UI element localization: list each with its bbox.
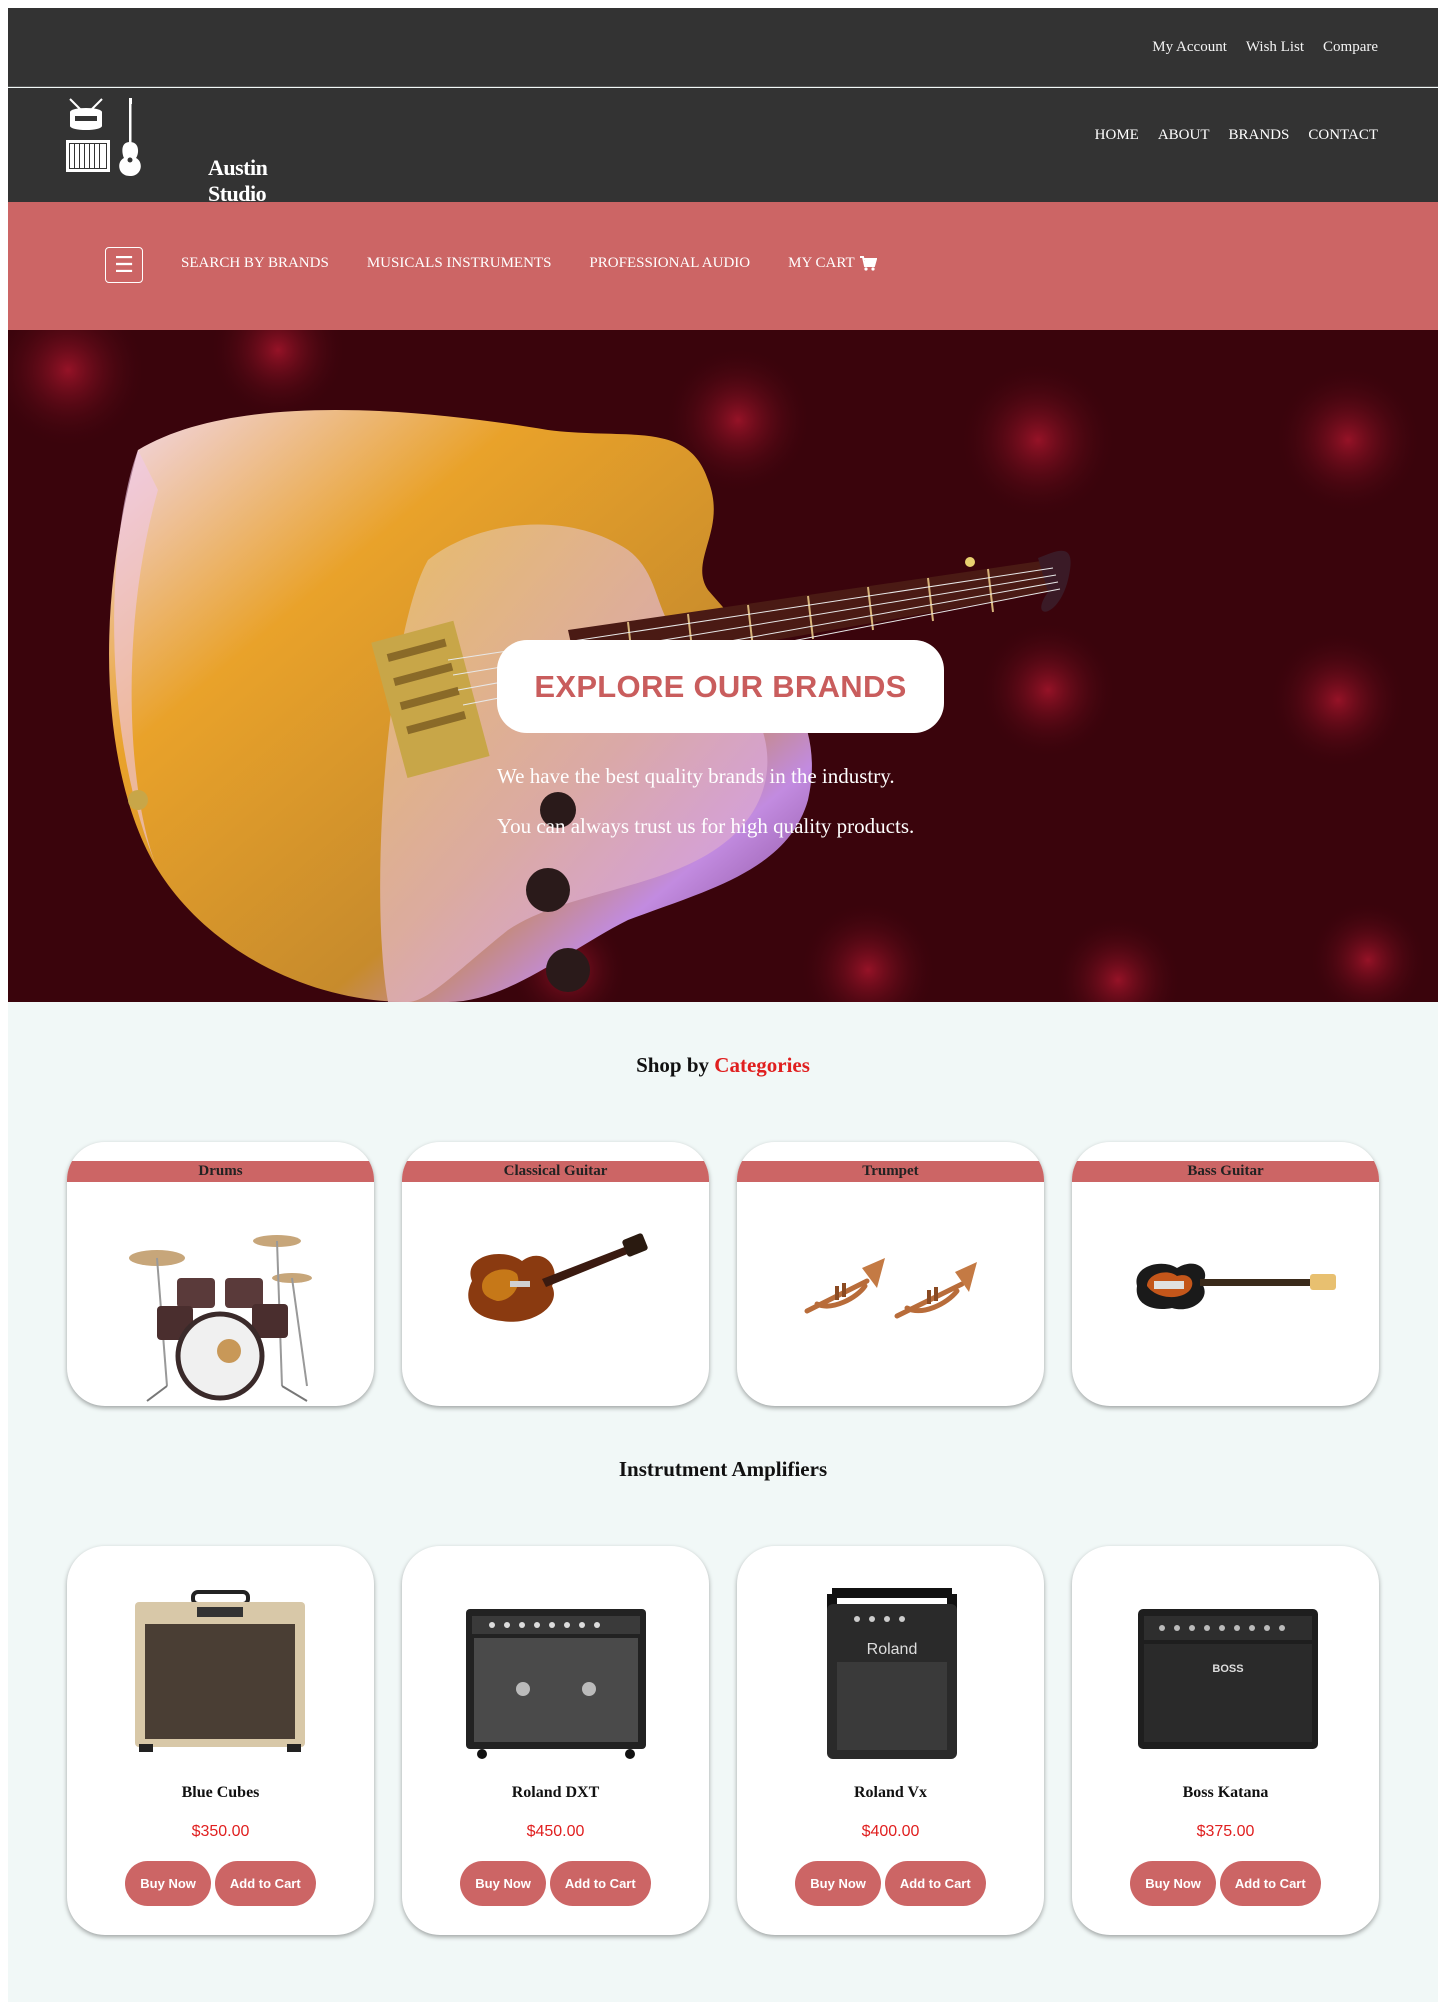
add-to-cart-button[interactable]: Add to Cart — [1219, 1861, 1321, 1906]
product-card-roland-dxt: Roland DXT $450.00 Buy Now Add to Cart — [402, 1546, 709, 1935]
buy-now-button[interactable]: Buy Now — [460, 1861, 546, 1906]
buy-now-button[interactable]: Buy Now — [1130, 1861, 1216, 1906]
top-bar: My Account Wish List Compare — [8, 8, 1438, 87]
hero-tagline-1: We have the best quality brands in the i… — [497, 764, 895, 788]
product-price: $450.00 — [526, 1823, 585, 1840]
roland-brand-plate: Roland — [867, 1641, 918, 1658]
buy-now-button[interactable]: Buy Now — [125, 1861, 211, 1906]
roland-vx-amp-image: Roland — [827, 1588, 957, 1759]
categories-title-prefix: Shop by — [636, 1053, 710, 1077]
main-nav: HOME ABOUT BRANDS CONTACT — [1095, 127, 1378, 144]
add-to-cart-button[interactable]: Add to Cart — [884, 1861, 986, 1906]
product-card-roland-vx: Roland Roland Vx $400.00 Buy Now Add to … — [737, 1546, 1044, 1935]
nav-search-by-brands[interactable]: SEARCH BY BRANDS — [181, 255, 329, 272]
product-price: $375.00 — [1196, 1823, 1255, 1840]
product-name: Roland DXT — [511, 1784, 600, 1801]
add-to-cart-button[interactable]: Add to Cart — [549, 1861, 651, 1906]
instruments-logo-icon — [66, 98, 141, 176]
nav-about[interactable]: ABOUT — [1158, 127, 1210, 144]
product-price: $350.00 — [191, 1823, 250, 1840]
product-actions: Buy Now Add to Cart — [67, 1861, 374, 1906]
product-actions: Buy Now Add to Cart — [1072, 1861, 1379, 1906]
category-nav: SEARCH BY BRANDS MUSICALS INSTRUMENTS PR… — [181, 255, 877, 272]
product-name: Boss Katana — [1182, 1784, 1269, 1801]
hero-banner: EXPLORE OUR BRANDS We have the best qual… — [8, 330, 1438, 1002]
nav-label: PROFESSIONAL AUDIO — [589, 255, 751, 271]
nav-label: MUSICALS INSTRUMENTS — [366, 255, 552, 271]
add-to-cart-button[interactable]: Add to Cart — [214, 1861, 316, 1906]
cart-icon — [859, 256, 877, 271]
product-actions: Buy Now Add to Cart — [402, 1861, 709, 1906]
buy-now-button[interactable]: Buy Now — [795, 1861, 881, 1906]
category-card-trumpet[interactable]: Trumpet — [737, 1142, 1044, 1406]
product-name: Blue Cubes — [181, 1784, 260, 1801]
wish-list-link[interactable]: Wish List — [1246, 39, 1304, 56]
trumpets-image — [804, 1258, 977, 1319]
product-price: $400.00 — [861, 1823, 920, 1840]
hamburger-icon[interactable]: ☰ — [105, 247, 143, 283]
category-label: Trumpet — [737, 1161, 1044, 1182]
boss-brand-plate: BOSS — [1212, 1663, 1243, 1675]
boss-katana-amp-image: BOSS — [1138, 1609, 1318, 1749]
category-card-drums[interactable]: Drums — [67, 1142, 374, 1406]
explore-brands-button[interactable]: EXPLORE OUR BRANDS — [497, 640, 944, 733]
nav-professional-audio[interactable]: PROFESSIONAL AUDIO — [589, 255, 750, 272]
account-links: My Account Wish List Compare — [1152, 39, 1378, 56]
category-label: Drums — [67, 1161, 374, 1182]
categories-title-accent: Categories — [714, 1053, 810, 1077]
bass-guitar-image — [1136, 1263, 1336, 1310]
nav-contact[interactable]: CONTACT — [1308, 127, 1378, 144]
product-card-boss-katana: BOSS Boss Katana $375.00 Buy Now Add to … — [1072, 1546, 1379, 1935]
amplifiers-title: Instrutment Amplifiers — [618, 1457, 828, 1481]
category-card-classical-guitar[interactable]: Classical Guitar — [402, 1142, 709, 1406]
nav-musical-instruments[interactable]: MUSICALS INSTRUMENTS — [367, 255, 552, 272]
product-actions: Buy Now Add to Cart — [737, 1861, 1044, 1906]
hero-tagline-2: You can always trust us for high quality… — [497, 814, 915, 838]
drum-kit-image — [129, 1235, 312, 1402]
blue-cubes-amp-image — [135, 1590, 305, 1752]
nav-label: SEARCH BY BRANDS — [181, 255, 329, 271]
categories-title: Shop by Categories — [8, 1053, 1438, 1078]
nav-brands[interactable]: BRANDS — [1229, 127, 1290, 144]
electric-guitar-image — [468, 1233, 648, 1322]
site-header: Austin Studio HOME ABOUT BRANDS CONTACT — [8, 88, 1438, 206]
logo-text: Austin Studio — [208, 155, 268, 206]
roland-dxt-amp-image — [466, 1609, 646, 1759]
compare-link[interactable]: Compare — [1323, 39, 1378, 56]
category-label: Classical Guitar — [402, 1161, 709, 1182]
category-bar: ☰ SEARCH BY BRANDS MUSICALS INSTRUMENTS … — [8, 202, 1438, 330]
nav-my-cart[interactable]: MY CART — [788, 255, 877, 272]
site-logo[interactable]: Austin Studio — [66, 98, 296, 206]
my-account-link[interactable]: My Account — [1152, 39, 1227, 56]
product-card-blue-cubes: Blue Cubes $350.00 Buy Now Add to Cart — [67, 1546, 374, 1935]
nav-home[interactable]: HOME — [1095, 127, 1139, 144]
product-name: Roland Vx — [853, 1784, 928, 1801]
page: My Account Wish List Compare Austin Stud… — [8, 8, 1438, 2002]
category-label: Bass Guitar — [1072, 1161, 1379, 1182]
category-card-bass-guitar[interactable]: Bass Guitar — [1072, 1142, 1379, 1406]
nav-label: MY CART — [788, 255, 855, 271]
